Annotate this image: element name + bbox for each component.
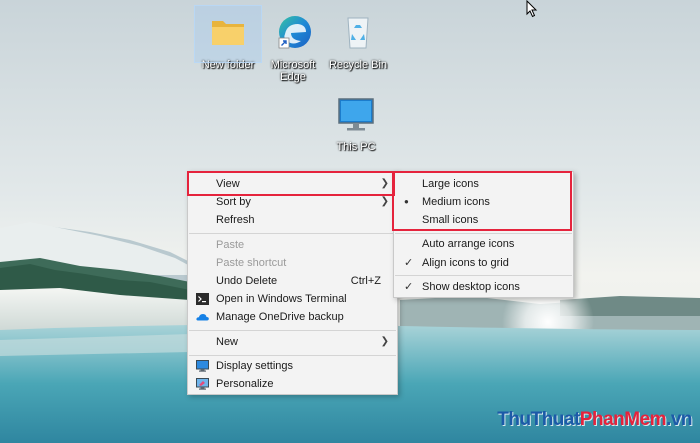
submenu-item-small-icons[interactable]: Small icons — [394, 211, 573, 229]
desktop-icon-microsoft-edge[interactable]: Microsoft Edge — [260, 6, 326, 83]
desktop-icon-label: This PC — [336, 141, 376, 153]
menu-item-label: Small icons — [422, 214, 479, 226]
menu-item-label: New — [216, 336, 239, 348]
menu-item-label: Show desktop icons — [422, 281, 520, 293]
menu-item-open-terminal[interactable]: Open in Windows Terminal — [188, 290, 397, 308]
menu-item-view[interactable]: View ❯ — [188, 175, 397, 193]
view-submenu: Large icons ● Medium icons Small icons A… — [393, 171, 574, 298]
menu-item-label: Medium icons — [422, 196, 490, 208]
submenu-item-medium-icons[interactable]: ● Medium icons — [394, 193, 573, 211]
menu-separator — [189, 233, 396, 234]
checkmark-icon: ✓ — [404, 257, 414, 269]
onedrive-cloud-icon — [196, 314, 209, 321]
menu-item-new[interactable]: New ❯ — [188, 333, 397, 351]
monitor-icon — [338, 98, 374, 131]
menu-item-label: Large icons — [422, 178, 479, 190]
menu-item-paste[interactable]: Paste — [188, 236, 397, 254]
menu-item-sort-by[interactable]: Sort by ❯ — [188, 193, 397, 211]
menu-separator — [395, 275, 572, 276]
personalize-icon — [196, 378, 209, 390]
desktop-context-menu: View ❯ Sort by ❯ Refresh Paste Paste sho… — [187, 171, 398, 395]
desktop-icon-label: Recycle Bin — [328, 59, 388, 71]
menu-item-label: Sort by — [216, 196, 251, 208]
terminal-icon — [196, 293, 209, 305]
submenu-item-show-desktop-icons[interactable]: ✓ Show desktop icons — [394, 278, 573, 296]
mouse-cursor-icon — [526, 0, 538, 18]
menu-item-refresh[interactable]: Refresh — [188, 211, 397, 229]
menu-separator — [395, 233, 572, 234]
menu-item-shortcut: Ctrl+Z — [350, 275, 381, 287]
menu-item-display-settings[interactable]: Display settings — [188, 357, 397, 375]
chevron-right-icon: ❯ — [380, 196, 389, 207]
menu-item-label: Paste shortcut — [216, 257, 287, 269]
chevron-right-icon: ❯ — [380, 336, 389, 347]
submenu-item-large-icons[interactable]: Large icons — [394, 175, 573, 193]
desktop-icon-label: Microsoft Edge — [270, 59, 316, 83]
menu-item-label: Undo Delete — [216, 275, 278, 287]
menu-item-label: Paste — [216, 239, 245, 251]
menu-item-label: Personalize — [216, 378, 274, 390]
desktop-icon-label: New folder — [201, 59, 255, 71]
desktop[interactable]: New folder Microsoft Edge Recycle Bin Th… — [0, 0, 700, 443]
watermark-part: PhanMem — [579, 409, 667, 430]
menu-item-label: View — [216, 178, 240, 190]
display-settings-icon — [196, 360, 209, 372]
menu-item-label: Open in Windows Terminal — [216, 293, 347, 305]
menu-item-personalize[interactable]: Personalize — [188, 375, 397, 393]
menu-item-label: Auto arrange icons — [422, 238, 515, 250]
bullet-selected-icon: ● — [404, 197, 409, 206]
menu-item-onedrive-backup[interactable]: Manage OneDrive backup — [188, 308, 397, 326]
menu-item-label: Manage OneDrive backup — [216, 311, 344, 323]
recycle-bin-icon — [347, 17, 369, 49]
checkmark-icon: ✓ — [404, 281, 414, 293]
menu-item-label: Refresh — [216, 214, 255, 226]
menu-item-paste-shortcut[interactable]: Paste shortcut — [188, 254, 397, 272]
menu-item-label: Align icons to grid — [422, 257, 509, 269]
edge-icon — [278, 16, 311, 49]
menu-item-label: Display settings — [216, 360, 294, 372]
watermark: ThuThuatPhanMem.vn — [497, 409, 692, 431]
menu-separator — [189, 355, 396, 356]
folder-icon — [212, 21, 244, 45]
desktop-icon-recycle-bin[interactable]: Recycle Bin — [325, 6, 391, 71]
desktop-icon-this-pc[interactable]: This PC — [323, 88, 389, 153]
menu-item-undo-delete[interactable]: Undo Delete Ctrl+Z — [188, 272, 397, 290]
desktop-icon-new-folder[interactable]: New folder — [194, 5, 262, 71]
menu-separator — [189, 330, 396, 331]
watermark-part: .vn — [666, 409, 692, 430]
submenu-item-align-to-grid[interactable]: ✓ Align icons to grid — [394, 254, 573, 272]
submenu-item-auto-arrange[interactable]: Auto arrange icons — [394, 235, 573, 253]
watermark-part: ThuThuat — [497, 409, 580, 430]
chevron-right-icon: ❯ — [380, 178, 389, 189]
